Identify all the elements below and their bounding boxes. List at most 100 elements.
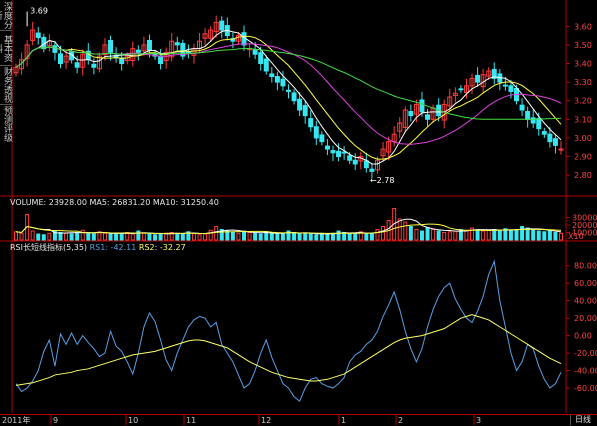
chart-canvas[interactable]: 3.60 3.50 3.40 3.30 3.20 3.10 3.00 2.90 2.80 3.69… — [0, 0, 597, 425]
volume-bar — [547, 230, 552, 241]
candle-body — [369, 168, 375, 172]
volume-bar — [347, 233, 352, 241]
candle-body — [158, 55, 164, 65]
volume-value: VOLUME: 23928.00 — [10, 198, 87, 207]
price-axis-label: 2.90 — [574, 153, 592, 162]
volume-bar — [236, 232, 241, 241]
volume-bar — [314, 234, 319, 241]
stock-chart-window: 3.60 3.50 3.40 3.30 3.20 3.10 3.00 2.90 2.80 3.69… — [0, 0, 597, 425]
candle-body — [135, 49, 141, 53]
price-axis-label: 2.80 — [574, 171, 592, 180]
volume-bar — [397, 218, 402, 241]
sidebar-item-basic-info[interactable]: 基本资料 — [0, 32, 12, 64]
candle-body — [280, 78, 286, 87]
volume-bar — [481, 230, 486, 241]
sidebar-item-financial[interactable]: 财务透视 — [0, 67, 12, 103]
volume-bar — [303, 232, 308, 241]
rsi-axis-label: 60.00 — [574, 279, 597, 288]
candle-body — [35, 32, 41, 38]
candle-body — [475, 74, 481, 83]
volume-bar — [136, 230, 141, 241]
rsi-rs2-value: RS2: -32.27 — [138, 243, 186, 252]
sidebar-item-forecast[interactable]: 预测评级 — [0, 106, 12, 142]
volume-bar — [108, 233, 113, 241]
volume-unit-label: X10 — [568, 232, 584, 241]
timeline-label: 12 — [261, 416, 272, 425]
volume-bar — [431, 229, 436, 241]
candle-body — [319, 134, 325, 143]
volume-bar — [492, 229, 497, 241]
price-axis-label: 3.30 — [574, 78, 592, 87]
volume-bar — [86, 232, 91, 241]
candle-body — [91, 63, 97, 68]
candle-body — [341, 151, 347, 154]
timeline-label: 9 — [53, 416, 59, 425]
rsi-header: RSI长短线指标(5,35) RS1: -42.11 RS2: -32.27 — [10, 243, 186, 253]
rsi-axis-label: 20.00 — [574, 314, 597, 323]
period-daily-button[interactable]: 日线 — [570, 415, 595, 425]
rsi-rs1-line — [15, 259, 562, 402]
candle-body — [252, 49, 258, 55]
volume-bar — [553, 232, 558, 241]
volume-bar — [425, 227, 430, 241]
volume-bar — [297, 233, 302, 241]
candle-body — [258, 52, 264, 65]
candle-body — [324, 145, 330, 150]
volume-bar — [308, 233, 313, 241]
rsi-axis-label: -40.00 — [574, 367, 597, 376]
volume-bar — [130, 233, 135, 241]
candle-body — [408, 111, 414, 117]
volume-bar — [408, 226, 413, 241]
volume-bar — [191, 232, 196, 241]
sidebar: 深度分析 基本资料 财务透视 预测评级 — [0, 0, 12, 186]
price-axis-label: 3.00 — [574, 134, 592, 143]
volume-bar — [64, 232, 69, 241]
candle-body — [108, 39, 114, 53]
volume-bar — [520, 226, 525, 241]
candle-body — [57, 53, 63, 65]
candle-body — [286, 89, 291, 92]
volume-bar — [353, 232, 358, 241]
rsi-axis-label: 80.00 — [574, 262, 597, 271]
candle-body — [502, 84, 508, 87]
volume-bar — [514, 229, 519, 241]
volume-bar — [280, 232, 285, 241]
price-axis-label: 3.40 — [574, 60, 592, 69]
price-axis-label: 3.50 — [574, 41, 592, 50]
volume-bar — [141, 232, 146, 241]
candle-body — [425, 114, 431, 120]
volume-bar — [91, 233, 96, 241]
volume-bar — [442, 232, 447, 241]
volume-bar — [536, 230, 541, 241]
candle-body — [313, 126, 319, 139]
volume-bar — [158, 233, 163, 241]
sidebar-item-deep-analysis[interactable]: 深度分析 — [0, 0, 12, 30]
volume-bar — [119, 232, 124, 241]
volume-bar — [242, 230, 247, 241]
volume-bar — [102, 232, 107, 241]
candle-body — [174, 42, 180, 46]
candle-body — [302, 105, 308, 117]
timeline-label: 2 — [398, 416, 404, 425]
candle-body — [219, 20, 225, 31]
volume-bar — [75, 232, 80, 241]
volume-bar — [247, 232, 252, 241]
price-axis-label: 3.20 — [574, 97, 592, 106]
candle-body — [552, 138, 558, 146]
volume-bar — [559, 232, 563, 241]
volume-bar — [369, 232, 374, 241]
candle-body — [297, 98, 303, 111]
low-price-marker: ←2.78 — [370, 176, 395, 185]
volume-bar — [486, 229, 491, 241]
volume-bar — [41, 234, 46, 241]
volume-bar — [147, 233, 152, 241]
candle-body — [146, 39, 152, 52]
volume-bar — [58, 232, 63, 241]
volume-bar — [203, 233, 208, 241]
volume-bar — [447, 231, 452, 241]
candle-body — [547, 133, 553, 143]
volume-bar — [419, 230, 424, 241]
candle-body — [336, 150, 342, 158]
candle-body — [269, 73, 275, 78]
candle-body — [558, 148, 564, 151]
